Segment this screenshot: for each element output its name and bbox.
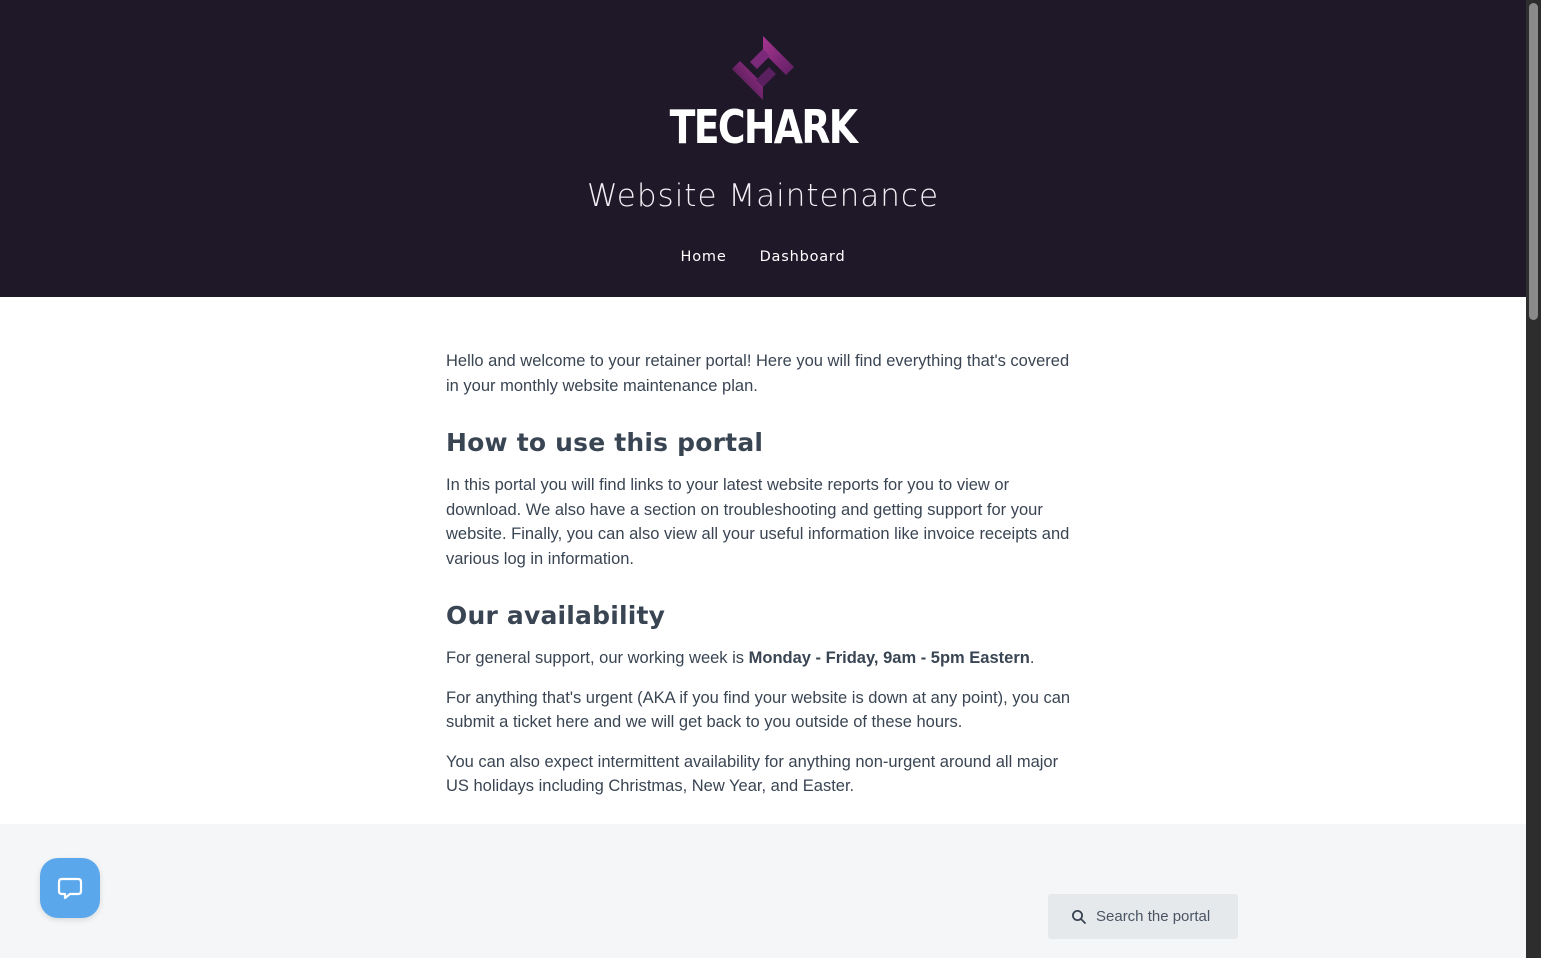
how-to-use-paragraph: In this portal you will find links to yo… xyxy=(446,476,1070,568)
search-input[interactable] xyxy=(1096,894,1234,939)
scrollbar-thumb[interactable] xyxy=(1529,3,1538,320)
nav-home-link[interactable]: Home xyxy=(681,249,727,265)
page-title: Website Maintenance xyxy=(586,178,940,214)
help-chat-button[interactable] xyxy=(40,858,100,918)
intro-paragraph: Hello and welcome to your retainer porta… xyxy=(446,352,1070,395)
main-content: Hello and welcome to your retainer porta… xyxy=(446,349,1076,799)
footer-area xyxy=(0,824,1526,958)
techark-logo-text: TECHARK xyxy=(669,100,858,154)
portal-page: TECHARK Website Maintenance Home Dashboa… xyxy=(0,0,1526,958)
holidays-paragraph: You can also expect intermittent availab… xyxy=(446,752,1059,796)
main-nav: Home Dashboard xyxy=(0,249,1526,265)
working-hours: Monday - Friday, 9am - 5pm Eastern xyxy=(748,649,1030,667)
techark-logo-mark xyxy=(732,36,794,100)
search-icon xyxy=(1072,910,1086,924)
urgent-support-paragraph: For anything that's urgent (AKA if you f… xyxy=(446,688,1071,732)
vertical-scrollbar[interactable] xyxy=(1526,0,1541,958)
chat-bubble-icon xyxy=(57,877,83,900)
section-heading-how-to-use: How to use this portal xyxy=(446,428,764,457)
site-header: TECHARK Website Maintenance Home Dashboa… xyxy=(0,0,1526,297)
section-heading-availability: Our availability xyxy=(446,601,666,630)
general-support-paragraph: For general support, our working week is… xyxy=(446,646,1076,671)
nav-dashboard-link[interactable]: Dashboard xyxy=(760,249,846,265)
general-support-prefix: For general support, our working week is xyxy=(446,649,749,667)
portal-search[interactable] xyxy=(1048,894,1238,939)
general-support-suffix: . xyxy=(1029,649,1035,667)
